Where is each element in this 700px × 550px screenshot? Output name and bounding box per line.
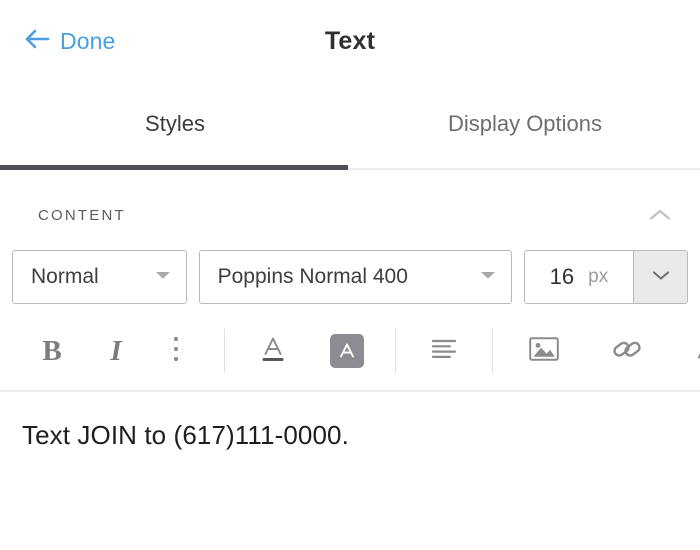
align-button[interactable] bbox=[422, 329, 466, 373]
font-size-unit: px bbox=[588, 266, 609, 287]
tab-display-options-label: Display Options bbox=[447, 111, 603, 136]
font-family-value: Poppins Normal 400 bbox=[217, 265, 408, 288]
toolbar-separator bbox=[224, 329, 225, 373]
insert-image-button[interactable] bbox=[519, 329, 569, 373]
tab-styles-label: Styles bbox=[145, 111, 205, 136]
chevron-up-icon[interactable] bbox=[642, 197, 678, 233]
font-size-field: 16 px bbox=[523, 250, 688, 304]
tab-display-options[interactable]: Display Options bbox=[350, 92, 700, 168]
highlight-icon bbox=[330, 334, 364, 368]
font-size-value: 16 bbox=[549, 264, 575, 289]
active-tab-indicator bbox=[0, 165, 348, 170]
italic-icon: I bbox=[110, 334, 122, 367]
bold-icon: B bbox=[42, 334, 62, 367]
paragraph-style-value: Normal bbox=[31, 265, 99, 288]
font-family-select[interactable]: Poppins Normal 400 bbox=[198, 250, 512, 304]
font-size-stepper[interactable] bbox=[633, 251, 687, 303]
font-size-input[interactable]: 16 px bbox=[525, 251, 633, 303]
highlight-color-button[interactable] bbox=[325, 329, 369, 373]
tab-styles[interactable]: Styles bbox=[0, 92, 350, 168]
person-icon bbox=[693, 335, 700, 368]
content-section-header: CONTENT bbox=[0, 170, 700, 232]
formatting-toolbar: B I bbox=[0, 318, 700, 384]
more-options-button[interactable] bbox=[154, 329, 198, 373]
insert-link-button[interactable] bbox=[605, 329, 649, 373]
toolbar-separator bbox=[395, 329, 396, 373]
link-icon bbox=[611, 334, 643, 369]
italic-button[interactable]: I bbox=[94, 329, 138, 373]
page-title: Text bbox=[324, 27, 376, 55]
text-color-button[interactable] bbox=[251, 329, 295, 373]
tab-bar: Styles Display Options bbox=[0, 92, 700, 170]
align-left-icon bbox=[429, 337, 459, 366]
personalize-button[interactable] bbox=[685, 329, 700, 373]
editor-body-text[interactable]: Text JOIN to (617)111-0000. bbox=[22, 418, 678, 453]
paragraph-style-select[interactable]: Normal bbox=[12, 250, 187, 304]
caret-down-icon bbox=[154, 268, 172, 286]
content-section-title: CONTENT bbox=[38, 206, 126, 224]
caret-down-icon bbox=[479, 268, 497, 286]
text-settings-panel: Done Text Styles Display Options CONTENT… bbox=[0, 0, 700, 550]
toolbar-separator bbox=[492, 329, 493, 373]
image-icon bbox=[527, 335, 561, 368]
panel-header: Done Text bbox=[0, 0, 700, 92]
bold-button[interactable]: B bbox=[30, 329, 74, 373]
typography-controls: Normal Poppins Normal 400 16 px bbox=[0, 232, 700, 304]
text-editor-area[interactable]: Text JOIN to (617)111-0000. bbox=[0, 392, 700, 453]
text-color-icon bbox=[258, 333, 288, 370]
chevron-down-icon bbox=[650, 268, 672, 287]
vertical-dots-icon bbox=[172, 334, 180, 369]
